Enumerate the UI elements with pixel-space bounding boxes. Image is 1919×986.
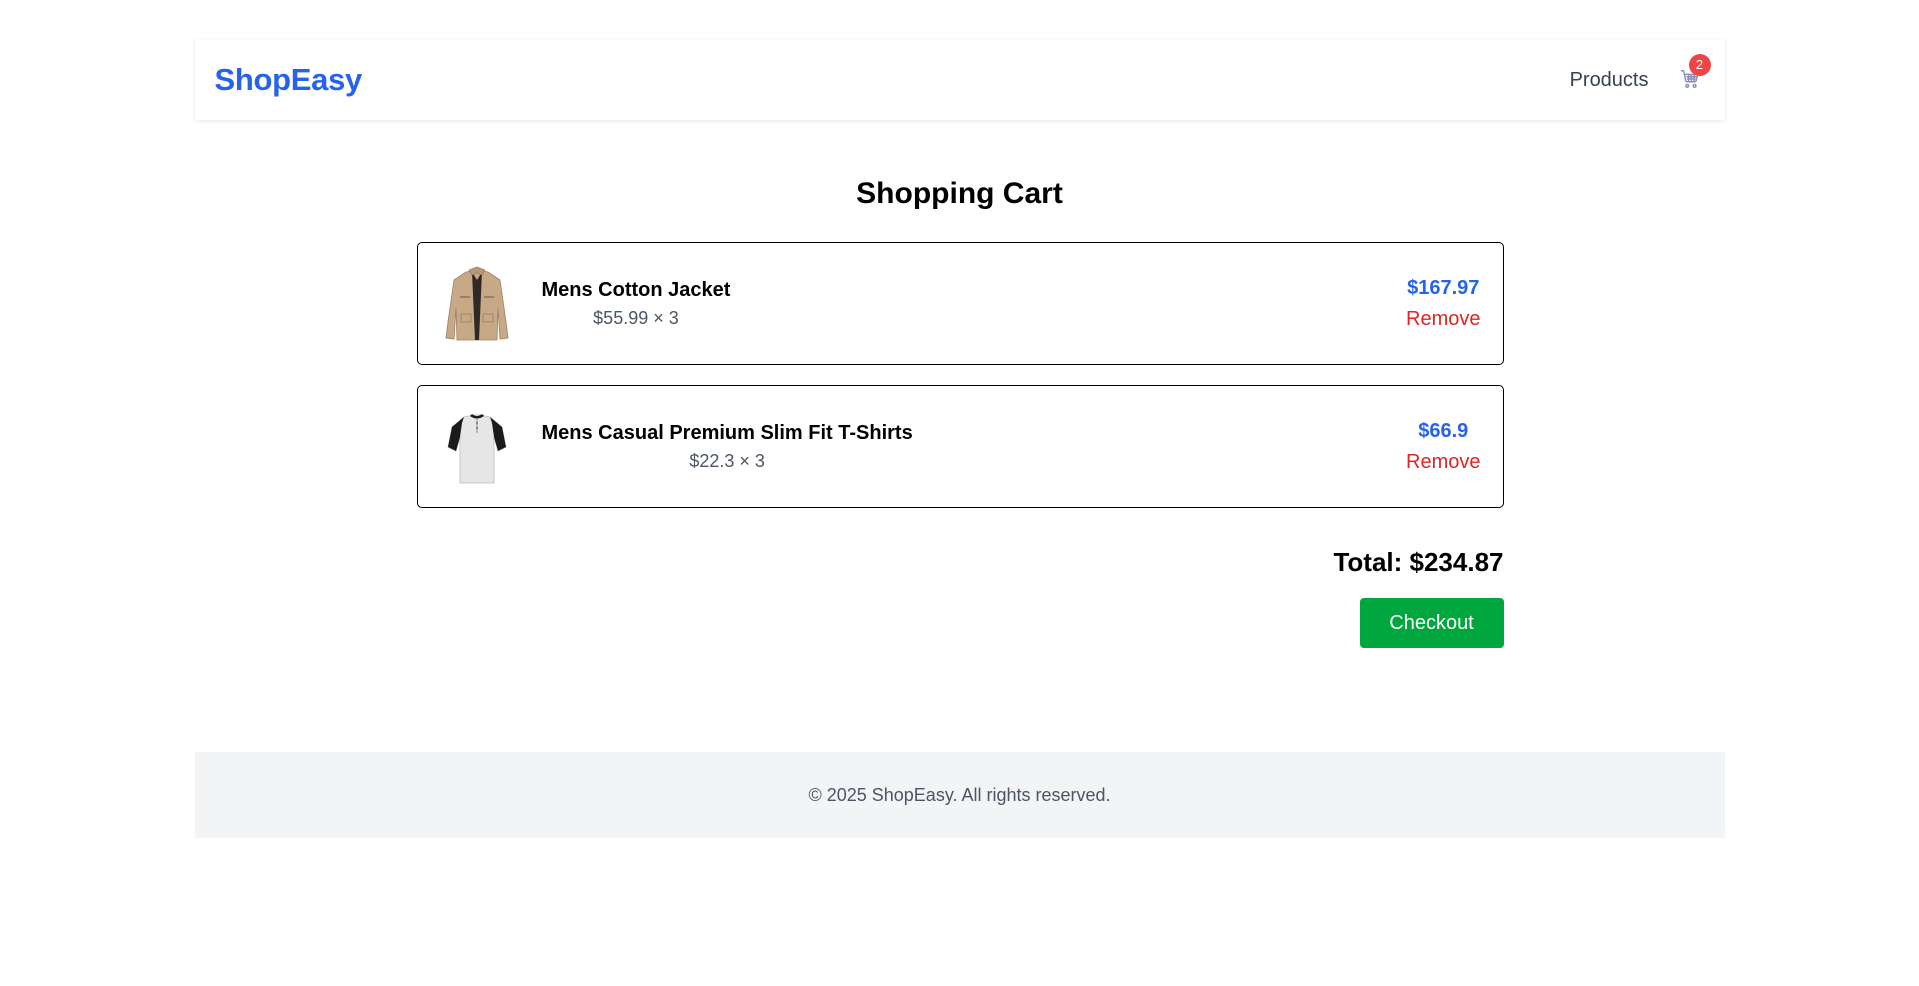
brand-logo[interactable]: ShopEasy <box>215 62 363 98</box>
nav-link-products[interactable]: Products <box>1570 69 1649 92</box>
cart-items-list: Mens Cotton Jacket $55.99 × 3 $167.97 Re… <box>416 242 1504 528</box>
item-actions: $167.97 Remove <box>1406 277 1480 331</box>
cart-item: Mens Cotton Jacket $55.99 × 3 $167.97 Re… <box>416 242 1504 365</box>
item-line-total: $167.97 <box>1407 276 1480 299</box>
remove-button[interactable]: Remove <box>1406 308 1480 331</box>
jacket-image <box>442 264 512 344</box>
remove-button[interactable]: Remove <box>1406 451 1480 474</box>
cart-count-badge: 2 <box>1688 54 1711 76</box>
nav-links: Products 2 <box>1570 54 1711 92</box>
cart-button[interactable]: 2 <box>1679 54 1711 92</box>
item-unit-price-quantity: $55.99 × 3 <box>593 307 679 328</box>
item-actions: $66.9 Remove <box>1406 420 1480 474</box>
item-info: Mens Casual Premium Slim Fit T-Shirts $2… <box>542 422 913 472</box>
navbar: ShopEasy Products 2 <box>194 40 1725 120</box>
footer-copyright: © 2025 ShopEasy. All rights reserved. <box>808 784 1111 805</box>
cart-item: Mens Casual Premium Slim Fit T-Shirts $2… <box>416 385 1504 508</box>
item-line-total: $66.9 <box>1418 419 1469 442</box>
item-name[interactable]: Mens Cotton Jacket <box>542 279 731 302</box>
tshirt-image <box>442 407 512 487</box>
page-title: Shopping Cart <box>856 177 1063 210</box>
checkout-button[interactable]: Checkout <box>1359 598 1504 648</box>
cart-total: Total: $234.87 <box>1333 547 1504 577</box>
item-info: Mens Cotton Jacket $55.99 × 3 <box>542 279 731 329</box>
footer: © 2025 ShopEasy. All rights reserved. <box>194 752 1725 838</box>
cart-summary: Total: $234.87 Checkout <box>1333 547 1504 648</box>
item-name[interactable]: Mens Casual Premium Slim Fit T-Shirts <box>542 422 913 445</box>
item-unit-price-quantity: $22.3 × 3 <box>689 450 765 471</box>
